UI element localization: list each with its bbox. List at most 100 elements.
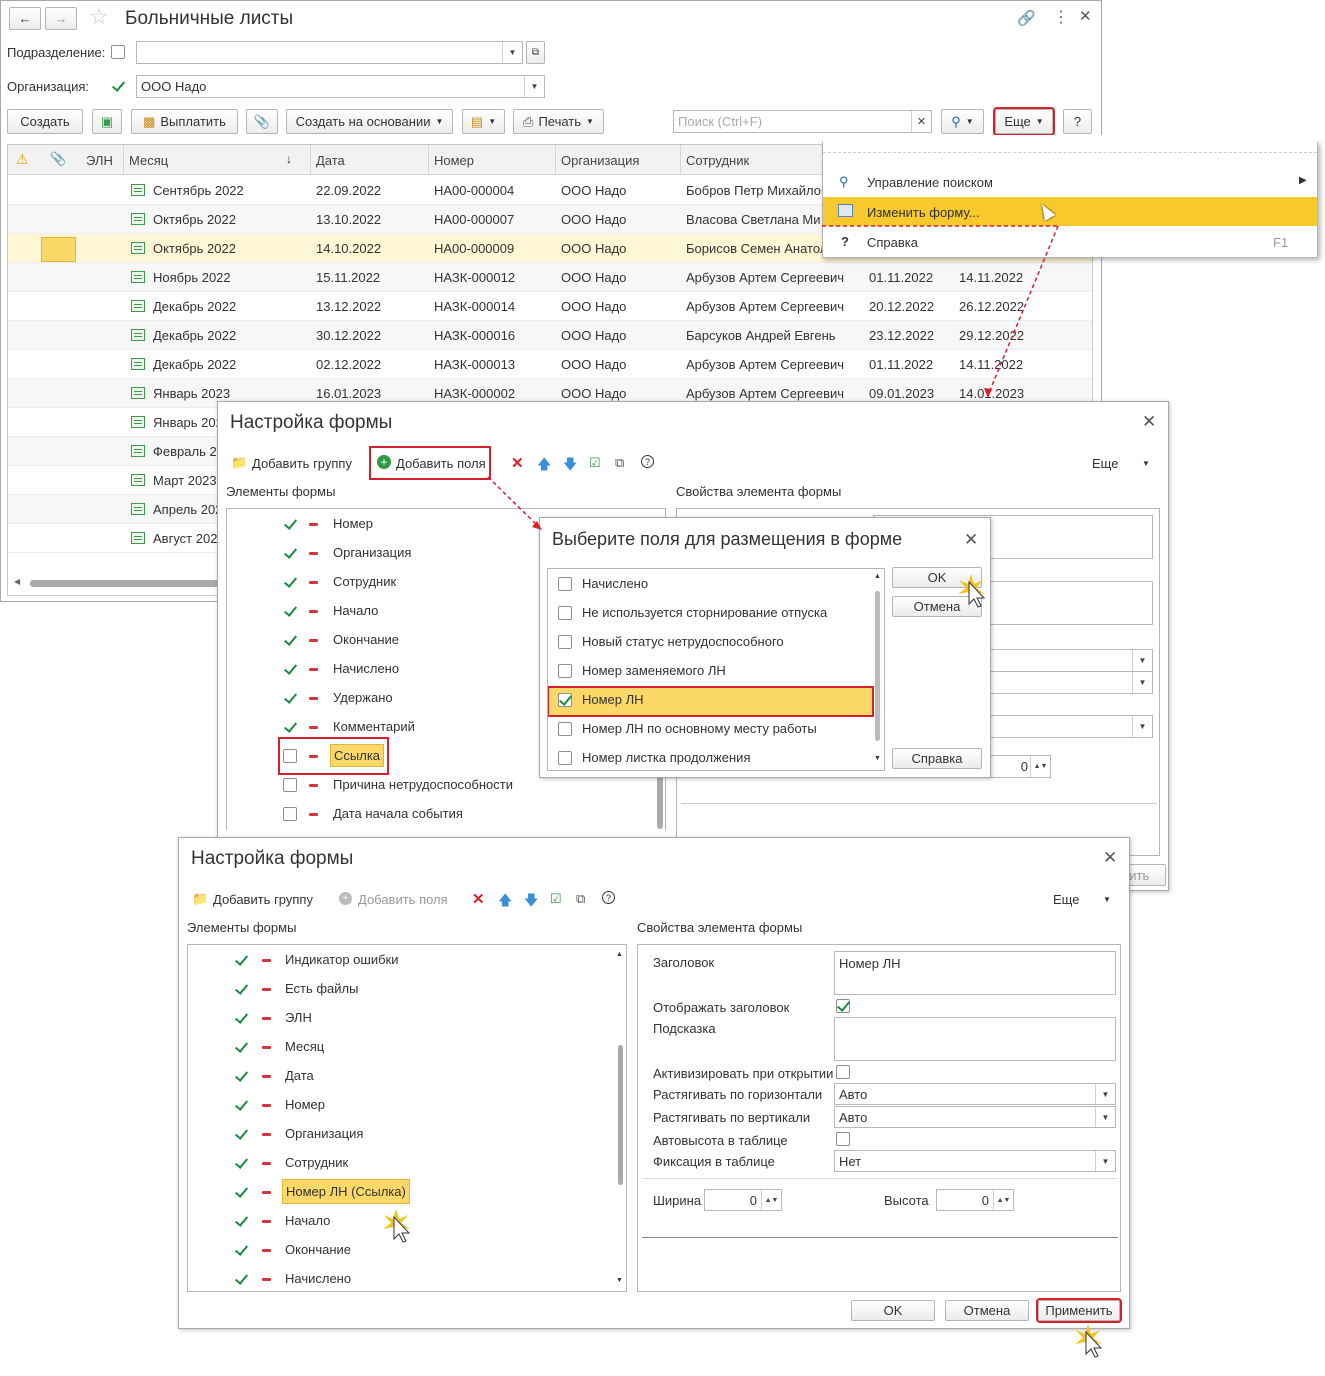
field-item-label[interactable]: Номер заменяемого ЛН [582,663,726,678]
tree-item-label[interactable]: Дата начала события [333,806,463,821]
tree-item-label[interactable]: ЭЛН [285,1010,312,1025]
org-field[interactable]: ООО Надо ▼ [136,75,545,98]
chevron-down-icon[interactable]: ▼ [502,42,522,63]
pay-button[interactable]: ▩ Выплатить [131,109,238,134]
dept-field[interactable]: ▼ [136,41,523,64]
favorite-star-icon[interactable]: ☆ [89,4,109,30]
help-circle-icon[interactable]: ? [602,891,615,904]
chevron-down-icon[interactable]: ▼ [1103,895,1111,904]
horizontal-scrollbar[interactable] [30,580,230,587]
org-checkbox[interactable] [111,79,125,93]
cancel-button[interactable]: Отмена [945,1300,1029,1321]
autoheight-checkbox[interactable] [836,1132,850,1146]
element-checkbox[interactable] [283,807,297,821]
element-checkbox[interactable] [283,575,297,589]
element-checkbox[interactable] [234,1011,248,1025]
help-circle-icon[interactable]: ? [641,455,654,468]
spinner-icon[interactable]: ▲▼ [1030,756,1050,777]
dept-checkbox[interactable] [111,45,125,59]
field-checkbox[interactable] [558,606,572,620]
arrow-down-icon[interactable]: 🡇 [524,890,538,914]
spinner-icon[interactable]: ▲▼ [761,1190,781,1210]
field-item-label[interactable]: Не используется сторнирование отпуска [582,605,827,620]
chevron-down-icon[interactable]: ▼ [524,76,544,97]
tree-item-label[interactable]: Начислено [285,1271,351,1286]
add-fields-button[interactable]: Добавить поля [358,892,448,907]
element-checkbox[interactable] [234,953,248,967]
scroll-up-icon[interactable]: ▲ [874,573,881,580]
clear-icon[interactable]: ✕ [911,111,931,132]
create-button[interactable]: Создать [7,109,83,134]
field-checkbox[interactable] [558,577,572,591]
width-input[interactable]: 0 ▲▼ [704,1189,782,1211]
menu-item-help[interactable]: Справка [867,235,918,250]
paperclip-column-icon[interactable]: 📎 [50,151,66,167]
spinner-icon[interactable]: ▲▼ [993,1190,1013,1210]
chevron-down-icon[interactable]: ▼ [1132,672,1152,693]
column-header[interactable]: Номер [434,153,474,168]
height-input[interactable]: 0 ▲▼ [936,1189,1014,1211]
chevron-down-icon[interactable]: ▼ [1132,650,1152,671]
tree-item-label[interactable]: Организация [285,1126,363,1141]
back-button[interactable]: ← [9,7,41,30]
vertical-scrollbar[interactable] [618,1045,623,1185]
tree-item-label[interactable]: Есть файлы [285,981,358,996]
close-icon[interactable]: ✕ [1142,412,1156,432]
chevron-down-icon[interactable]: ▼ [1132,716,1152,737]
element-checkbox[interactable] [234,1185,248,1199]
search-button[interactable]: ⚲ ▼ [941,109,984,134]
apply-button[interactable]: Применить [1036,1298,1122,1323]
attach-button[interactable]: 📎 [246,109,278,134]
field-checkbox[interactable] [558,693,572,707]
scroll-down-icon[interactable]: ▼ [616,1277,623,1284]
more-button[interactable]: Еще ▼ [993,107,1055,136]
column-header[interactable]: ЭЛН [86,153,113,168]
copy-icon[interactable]: ⧉ [615,455,624,471]
tree-item-label[interactable]: Начало [285,1213,330,1228]
tree-item-label[interactable]: Причина нетрудоспособности [333,777,513,792]
create-based-button[interactable]: Создать на основании ▼ [286,109,453,134]
more-menu-button[interactable]: Еще [1053,892,1079,907]
close-icon[interactable]: ✕ [964,530,978,550]
tree-item-label[interactable]: Сотрудник [285,1155,348,1170]
more-vertical-icon[interactable]: ⋮ [1053,7,1069,27]
column-header[interactable]: Дата [316,153,345,168]
element-checkbox[interactable] [234,1127,248,1141]
check-all-icon[interactable]: ☑ [550,891,562,907]
print-button[interactable]: ⎙ Печать ▼ [513,109,604,134]
fix-select[interactable]: Нет ▼ [834,1150,1116,1172]
scroll-left-icon[interactable]: ◀ [14,577,20,586]
element-checkbox[interactable] [234,1069,248,1083]
chevron-down-icon[interactable]: ▼ [1095,1151,1115,1171]
element-checkbox[interactable] [234,1098,248,1112]
add-group-button[interactable]: Добавить группу [252,456,352,471]
help-button[interactable]: ? [1063,109,1092,134]
element-checkbox[interactable] [283,691,297,705]
arrow-up-icon[interactable]: 🡅 [537,454,551,478]
link-icon[interactable]: 🔗 [1017,9,1036,27]
tree-item-label[interactable]: Начислено [333,661,399,676]
arrow-up-icon[interactable]: 🡅 [498,890,512,914]
element-checkbox[interactable] [234,1272,248,1286]
close-icon[interactable]: ✕ [1103,848,1117,868]
element-checkbox[interactable] [283,778,297,792]
tree-item-label[interactable]: Окончание [285,1242,351,1257]
column-header[interactable]: Организация [561,153,639,168]
search-input[interactable]: Поиск (Ctrl+F) ✕ [673,110,932,133]
forward-button[interactable]: → [45,7,77,30]
field-item-label[interactable]: Номер ЛН [582,692,644,707]
tree-item-label[interactable]: Комментарий [333,719,415,734]
tree-item-label[interactable]: Номер ЛН (Ссылка) [282,1179,410,1204]
report-button[interactable]: ▤ ▼ [462,109,505,134]
field-checkbox[interactable] [558,751,572,765]
field-checkbox[interactable] [558,664,572,678]
show-caption-checkbox[interactable] [836,999,850,1013]
tree-item-label[interactable]: Начало [333,603,378,618]
delete-icon[interactable]: ✕ [472,890,485,908]
element-checkbox[interactable] [283,720,297,734]
column-header[interactable]: Месяц [129,153,168,168]
element-checkbox[interactable] [283,633,297,647]
column-header[interactable]: Сотрудник [686,153,749,168]
field-checkbox[interactable] [558,722,572,736]
caption-input[interactable]: Номер ЛН [834,951,1116,995]
